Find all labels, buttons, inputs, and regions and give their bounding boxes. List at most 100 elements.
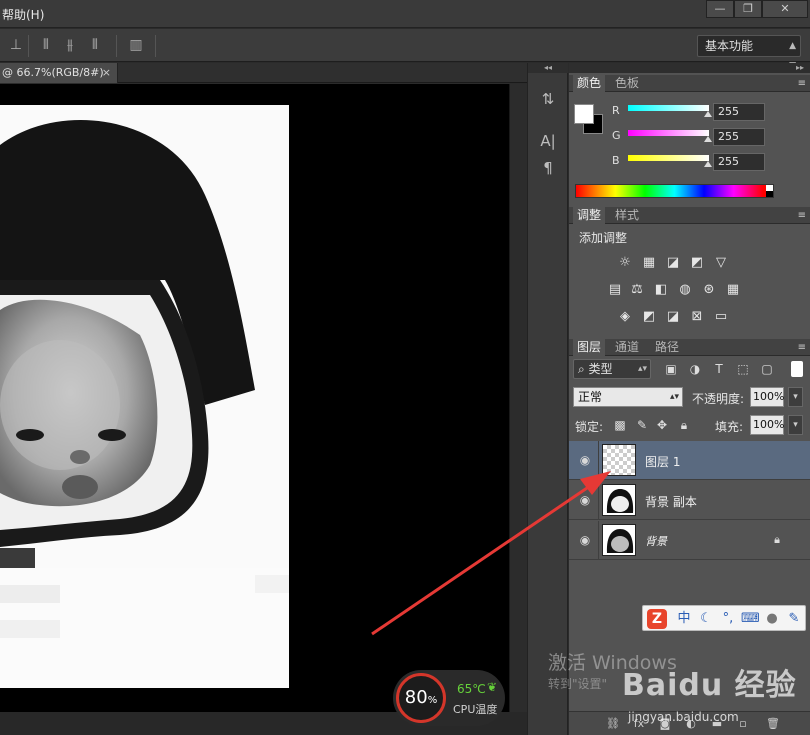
levels-icon[interactable]: ▦ — [640, 255, 658, 271]
fill-input[interactable]: 100% — [750, 415, 784, 435]
layer-name[interactable]: 背景 — [645, 533, 667, 549]
keyboard-icon[interactable]: ⌨ — [741, 609, 760, 629]
punctuation-icon[interactable]: °, — [719, 609, 737, 629]
channel-r-slider[interactable] — [628, 105, 709, 111]
tab-swatches[interactable]: 色板 — [611, 75, 643, 92]
tab-adjustments[interactable]: 调整 — [573, 207, 606, 224]
panel-menu-icon[interactable]: ≡ — [798, 75, 806, 92]
document-tab[interactable]: @ 66.7%(RGB/8#) × — [0, 63, 118, 83]
ime-logo[interactable]: Z — [647, 609, 667, 629]
tab-channels[interactable]: 通道 — [611, 339, 643, 356]
paragraph-icon[interactable]: ¶ — [538, 158, 558, 178]
selective-color-icon[interactable]: ⊠ — [688, 309, 706, 325]
black-white-icon[interactable]: ◧ — [652, 282, 670, 298]
restore-button[interactable]: ❐ — [734, 0, 762, 18]
layer-name[interactable]: 背景 副本 — [645, 493, 697, 510]
channel-r-input[interactable]: 255 — [713, 103, 765, 121]
layer-name[interactable]: 图层 1 — [645, 453, 680, 470]
add-adjustment-title: 添加调整 — [579, 231, 628, 245]
exposure-icon[interactable]: ◩ — [688, 255, 706, 271]
channel-mixer-icon[interactable]: ⊛ — [700, 282, 718, 298]
cpu-monitor-widget[interactable]: 80% 65℃ ❦ CPU温度 — [393, 670, 505, 726]
align-hcenter-icon[interactable]: ⫵ — [62, 37, 78, 53]
history-icon[interactable]: ⇅ — [538, 89, 558, 109]
color-panel-tabs: 颜色 色板 ≡ — [569, 75, 810, 92]
channel-g-label: G — [612, 129, 621, 142]
collapse-arrows-icon[interactable]: ◂◂ — [528, 63, 568, 73]
color-spectrum[interactable] — [575, 184, 774, 198]
align-left-icon[interactable]: ⫴ — [38, 37, 54, 53]
close-window-button[interactable]: ✕ — [762, 0, 808, 18]
lock-all-icon[interactable]: 🔒︎ — [677, 418, 691, 432]
channel-b-input[interactable]: 255 — [713, 153, 765, 171]
fill-dropdown[interactable]: ▾ — [788, 415, 803, 435]
panel-menu-icon[interactable]: ≡ — [798, 207, 806, 224]
close-tab-icon[interactable]: × — [102, 63, 111, 83]
ime-language[interactable]: 中 — [675, 609, 693, 629]
shape-filter-icon[interactable]: ⬚ — [735, 361, 751, 377]
link-layers-icon[interactable]: ⛓ — [605, 716, 621, 732]
opacity-dropdown[interactable]: ▾ — [788, 387, 803, 407]
canvas-area[interactable] — [0, 84, 509, 712]
blend-mode-select[interactable]: 正常 ▴▾ — [573, 387, 683, 407]
delete-layer-icon[interactable]: 🗑︎ — [765, 716, 781, 732]
channel-g-slider[interactable] — [628, 130, 709, 136]
channel-g-input[interactable]: 255 — [713, 128, 765, 146]
layers-panel-tabs: 图层 通道 路径 ≡ — [569, 339, 810, 356]
layer-filter-select[interactable]: ⌕ 类型 ▴▾ — [573, 359, 651, 379]
channel-b-slider[interactable] — [628, 155, 709, 161]
moon-icon[interactable]: ☾ — [697, 609, 715, 629]
tab-layers[interactable]: 图层 — [573, 339, 606, 356]
hue-saturation-icon[interactable]: ▤ — [606, 282, 624, 298]
align-bottom-icon[interactable]: ⊥ — [8, 37, 24, 53]
color-lookup-icon[interactable]: ▦ — [724, 282, 742, 298]
expand-arrows-icon[interactable]: ▸▸ — [569, 63, 810, 73]
threshold-icon[interactable]: ◪ — [664, 309, 682, 325]
layer-row[interactable]: ◉ 图层 1 — [569, 441, 810, 480]
channel-g-thumb[interactable] — [704, 136, 712, 142]
tab-color[interactable]: 颜色 — [573, 75, 606, 92]
type-filter-icon[interactable]: T — [711, 361, 727, 377]
filter-toggle[interactable] — [791, 361, 803, 377]
channel-b-thumb[interactable] — [704, 161, 712, 167]
adjustment-filter-icon[interactable]: ◑ — [687, 361, 703, 377]
tab-styles[interactable]: 样式 — [611, 207, 643, 224]
workspace-select[interactable]: 基本功能 ▲▼ — [697, 35, 801, 71]
user-icon[interactable]: ● — [763, 609, 781, 629]
lock-position-icon[interactable]: ✥ — [655, 418, 669, 432]
character-icon[interactable]: A| — [538, 131, 558, 151]
brightness-icon[interactable]: ☼ — [616, 255, 634, 271]
align-right-icon[interactable]: ⫴ — [87, 37, 103, 53]
pixel-filter-icon[interactable]: ▣ — [663, 361, 679, 377]
cpu-usage-unit: % — [427, 695, 438, 706]
channel-r-thumb[interactable] — [704, 111, 712, 117]
wrench-icon[interactable]: ✎ — [785, 609, 803, 629]
color-balance-icon[interactable]: ⚖ — [628, 282, 646, 298]
menu-help[interactable]: 帮助(H) — [2, 6, 44, 23]
layer-row[interactable]: ◉ 背景 副本 — [569, 481, 810, 520]
layer-lock-icon: 🔒︎ — [774, 533, 780, 546]
eye-icon[interactable]: ◉ — [577, 452, 593, 468]
layer-row-separator — [598, 521, 599, 560]
lock-pixels-icon[interactable]: ✎ — [635, 418, 649, 432]
foreground-color-swatch[interactable] — [574, 104, 594, 124]
tab-paths[interactable]: 路径 — [651, 339, 683, 356]
vibrance-icon[interactable]: ▽ — [712, 255, 730, 271]
layer-row[interactable]: ◉ 背景 🔒︎ — [569, 521, 810, 560]
posterize-icon[interactable]: ◩ — [640, 309, 658, 325]
lock-transparent-icon[interactable]: ▩ — [613, 418, 627, 432]
invert-icon[interactable]: ◈ — [616, 309, 634, 325]
canvas-vertical-scrollbar[interactable] — [509, 84, 527, 712]
eye-icon[interactable]: ◉ — [577, 532, 593, 548]
opacity-input[interactable]: 100% — [750, 387, 784, 407]
photo-filter-icon[interactable]: ◍ — [676, 282, 694, 298]
panel-menu-icon[interactable]: ≡ — [798, 339, 806, 356]
eye-icon[interactable]: ◉ — [577, 492, 593, 508]
gradient-map-icon[interactable]: ▭ — [712, 309, 730, 325]
minimize-button[interactable]: — — [706, 0, 734, 18]
auto-align-icon[interactable]: ▥ — [128, 37, 144, 53]
smart-object-filter-icon[interactable]: ▢ — [759, 361, 775, 377]
curves-icon[interactable]: ◪ — [664, 255, 682, 271]
right-panels: ▸▸ 颜色 色板 ≡ R 255 G 255 B 255 调整 样式 ≡ 添加调… — [569, 63, 810, 735]
spectrum-black[interactable] — [766, 191, 773, 197]
